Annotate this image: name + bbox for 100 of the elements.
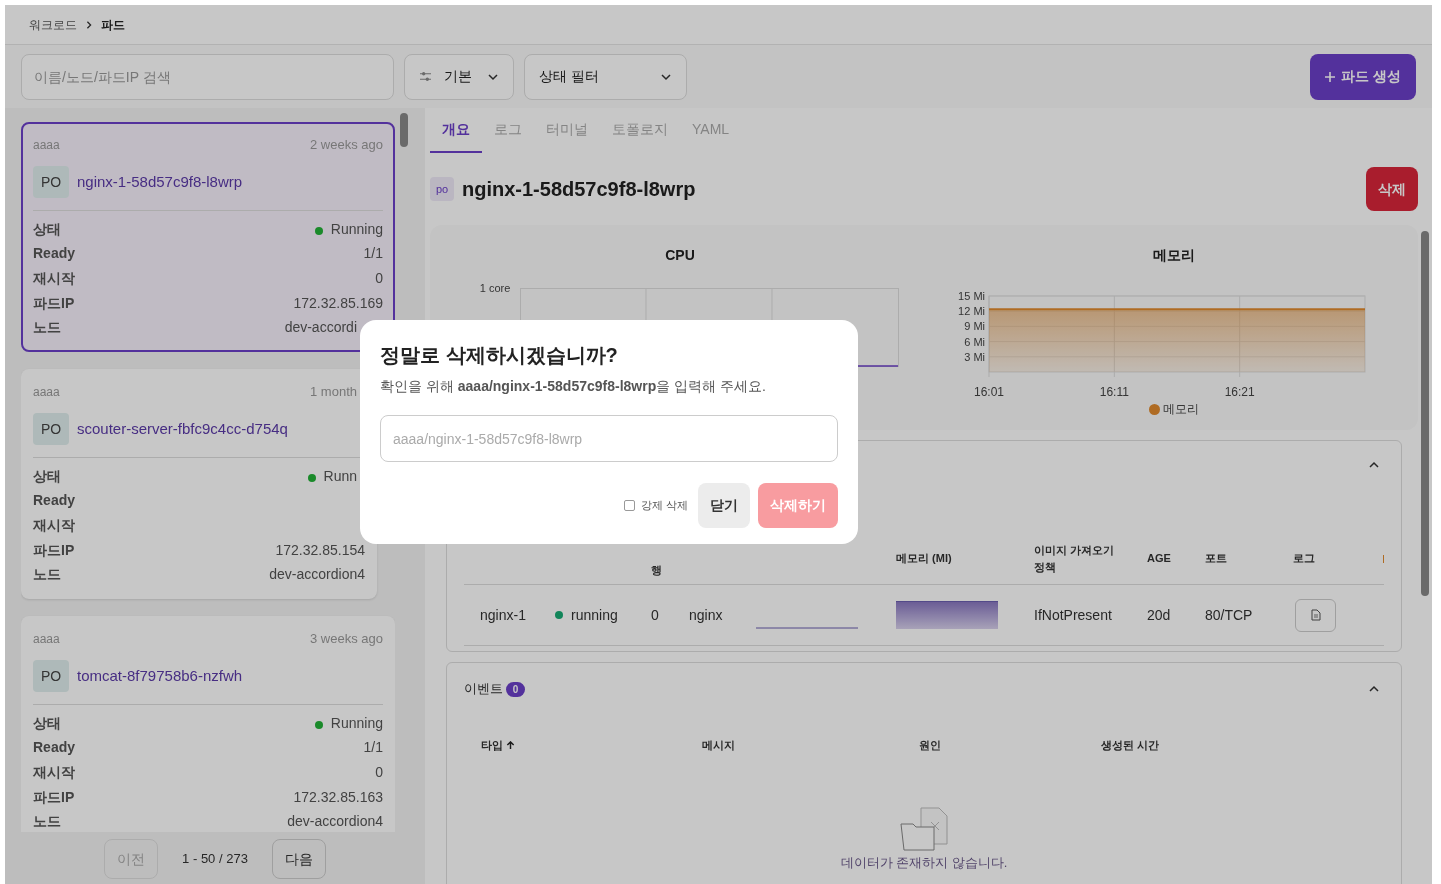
column-header: 행 — [651, 563, 662, 576]
scrollbar-thumb[interactable] — [400, 113, 408, 147]
y-tick-label: 12 Mi — [958, 305, 985, 318]
view-log-button[interactable] — [1295, 598, 1336, 632]
column-header: 원인 — [919, 738, 941, 753]
delete-button[interactable]: 삭제 — [1366, 167, 1418, 211]
field-label: 상태 — [33, 466, 61, 486]
field-label: 재시작 — [33, 763, 75, 782]
pod-kind-badge: PO — [33, 413, 69, 445]
column-header[interactable]: 타입 — [481, 737, 503, 754]
field-value: 0 — [375, 269, 383, 288]
count-badge: 0 — [506, 681, 525, 697]
pod-card[interactable]: aaaa 3 weeks ago PO tomcat-8f79758b6-nzfwh 상태 Running Ready 1/1 재시작 0 파드IP 172.32.85.163 노드 dev-accordion4 — [21, 616, 395, 832]
page-range: 1 - 50 / 273 — [182, 850, 248, 869]
field-value: 1/1 — [363, 738, 383, 758]
field-label: 노드 — [33, 565, 61, 585]
next-page-button[interactable]: 다음 — [271, 839, 326, 879]
field-value: 0 — [375, 763, 383, 782]
empty-folder-icon — [899, 805, 949, 852]
field-value: 172.32.85.163 — [293, 787, 383, 807]
search-field[interactable]: 이름/노드/파드IP 검색 — [21, 53, 394, 100]
breadcrumb-item[interactable]: 워크로드 — [29, 15, 77, 34]
pod-card[interactable]: aaaa 1 month PO scouter-server-fbfc9c4cc-d754q 상태 Runn Ready 재시작 파드IP 172.32.85.154 노드 dev-accordion4 — [21, 369, 377, 599]
pod-age: 1 month — [310, 383, 357, 402]
field-label: Ready — [33, 244, 76, 264]
container-status: running — [571, 605, 618, 625]
arrow-up-icon — [506, 740, 515, 750]
sliders-icon — [419, 71, 432, 82]
container-port: 80/TCP — [1205, 606, 1253, 623]
scrollbar-thumb[interactable] — [1421, 231, 1429, 596]
field-label: Ready — [33, 738, 76, 758]
checkbox-label: 강제 삭제 — [640, 498, 688, 514]
field-label: 노드 — [33, 812, 61, 832]
pod-name[interactable]: scouter-server-fbfc9c4cc-d754q — [77, 417, 288, 441]
field-value: 1/1 — [363, 244, 383, 264]
field-label: 재시작 — [33, 269, 75, 288]
y-tick-label: 1 core — [479, 281, 511, 296]
tab[interactable]: 개요 — [430, 108, 482, 153]
document-icon — [1310, 609, 1321, 621]
column-header: 이미지 가져오기 정책 — [1034, 543, 1116, 575]
field-value: dev-accordion4 — [269, 565, 365, 585]
column-header: 메시지 — [702, 738, 735, 753]
container-image: nginx — [689, 606, 723, 623]
close-button[interactable]: 닫기 — [698, 483, 750, 528]
confirm-input[interactable]: aaaa/nginx-1-58d57c9f8-l8wrp — [380, 415, 838, 462]
field-value: 172.32.85.169 — [293, 293, 383, 313]
container-age: 20d — [1147, 606, 1171, 623]
pod-kind-badge: PO — [33, 660, 69, 692]
dialog-message: 확인을 위해 aaaa/nginx-1-58d57c9f8-l8wrp을 입력해 주세요. — [380, 377, 767, 396]
pod-title: nginx-1-58d57c9f8-l8wrp — [462, 177, 696, 202]
field-value: 172.32.85.154 — [275, 540, 365, 560]
field-label: 파드IP — [33, 540, 75, 560]
view-select[interactable]: 기본 — [404, 53, 514, 100]
breadcrumb-item: 파드 — [101, 16, 125, 34]
empty-message: 데이터가 존재하지 않습니다. — [840, 853, 1008, 872]
pod-namespace: aaaa — [33, 384, 60, 401]
status-filter-select[interactable]: 상태 필터 — [524, 53, 687, 100]
field-label: 상태 — [33, 219, 61, 239]
field-label: 상태 — [33, 713, 61, 733]
column-header: 포트 — [1205, 551, 1228, 567]
y-tick-label: 6 Mi — [964, 335, 985, 348]
field-value: Running — [330, 219, 383, 239]
container-name: nginx-1 — [480, 605, 527, 625]
chevron-right-icon — [85, 20, 93, 29]
field-label: 파드IP — [33, 293, 75, 313]
field-label: 재시작 — [33, 516, 75, 535]
column-header: 생성된 시간 — [1101, 738, 1160, 753]
column-resize-handle[interactable] — [1383, 554, 1384, 563]
chart-title: CPU — [665, 246, 695, 265]
y-tick-label: 15 Mi — [958, 290, 985, 302]
create-pod-button[interactable]: 파드 생성 — [1310, 53, 1416, 100]
column-header: 로그 — [1293, 551, 1316, 567]
plus-icon — [1325, 71, 1336, 82]
x-tick-label: 16:11 — [1099, 385, 1129, 399]
y-tick-label: 3 Mi — [964, 350, 985, 363]
pull-policy: IfNotPresent — [1034, 606, 1112, 623]
field-label: Ready — [33, 491, 76, 511]
y-tick-label: 9 Mi — [964, 320, 985, 333]
field-value: dev-accordi — [284, 318, 357, 338]
pod-name[interactable]: nginx-1-58d57c9f8-l8wrp — [77, 170, 243, 194]
restart-count: 0 — [651, 606, 659, 623]
pod-age: 2 weeks ago — [310, 136, 383, 155]
chart-title: 메모리 — [1153, 246, 1195, 265]
field-value: Running — [330, 713, 383, 733]
field-label: 노드 — [33, 318, 61, 338]
x-tick-label: 16:01 — [974, 385, 1004, 399]
column-header: AGE — [1147, 551, 1172, 567]
pod-namespace: aaaa — [33, 631, 60, 648]
section-title: 이벤트 — [464, 680, 503, 699]
x-tick-label: 16:21 — [1224, 385, 1255, 399]
pod-kind-badge: PO — [33, 166, 69, 198]
checkbox[interactable] — [623, 500, 635, 511]
legend-label: 메모리 — [1163, 401, 1199, 418]
field-label: 파드IP — [33, 787, 75, 807]
column-header: 메모리 (MI) — [896, 551, 953, 567]
kind-badge: po — [430, 177, 454, 201]
field-value: dev-accordion4 — [287, 812, 383, 832]
pod-namespace: aaaa — [33, 137, 60, 154]
pod-name[interactable]: tomcat-8f79758b6-nzfwh — [77, 664, 243, 688]
field-value: Runn — [323, 466, 357, 486]
